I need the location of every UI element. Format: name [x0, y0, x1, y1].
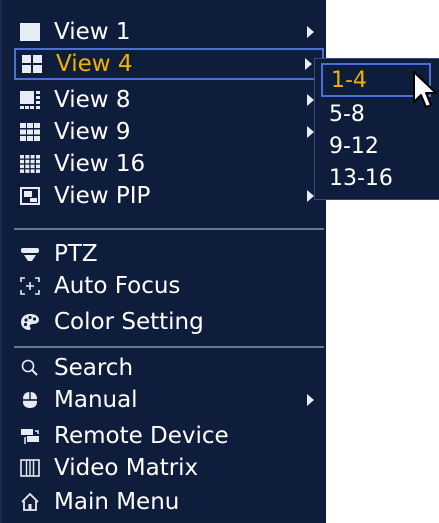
mouse-cursor-icon [413, 71, 437, 108]
menu-item-video-matrix[interactable]: Video Matrix [14, 452, 324, 484]
view-9-icon [18, 120, 42, 144]
menu-item-label: View PIP [54, 182, 151, 209]
menu-item-search[interactable]: Search [14, 352, 324, 384]
submenu-arrow-icon [307, 26, 314, 38]
menu-item-label: PTZ [54, 240, 98, 267]
view-1-icon [18, 20, 42, 44]
menu-item-ptz[interactable]: PTZ [14, 238, 324, 270]
menu-item-label: Remote Device [54, 422, 229, 449]
main-menu-icon [18, 490, 42, 514]
menu-item-remote-device[interactable]: Remote Device [14, 420, 324, 452]
remote-device-icon [18, 424, 42, 448]
view-pip-icon [18, 184, 42, 208]
submenu-item-label: 9-12 [329, 133, 379, 159]
menu-divider [14, 346, 324, 348]
menu-item-label: View 16 [54, 150, 146, 177]
submenu-item-label: 13-16 [329, 165, 393, 191]
view-4-icon [20, 52, 44, 76]
menu-item-manual[interactable]: Manual [14, 384, 324, 416]
view-8-icon [18, 88, 42, 112]
menu-item-label: Search [54, 354, 134, 381]
menu-item-label: Main Menu [54, 488, 180, 515]
menu-item-auto-focus[interactable]: Auto Focus [14, 270, 324, 302]
menu-item-view-4[interactable]: View 4 [14, 48, 324, 80]
menu-item-main-menu[interactable]: Main Menu [14, 486, 324, 518]
auto-focus-icon [18, 274, 42, 298]
submenu-item-13-16[interactable]: 13-16 [321, 161, 431, 195]
color-setting-icon [18, 310, 42, 334]
submenu-item-9-12[interactable]: 9-12 [321, 129, 431, 163]
video-matrix-icon [18, 456, 42, 480]
menu-item-label: Video Matrix [54, 454, 199, 481]
menu-divider [14, 228, 324, 230]
menu-item-label: View 4 [56, 50, 133, 77]
menu-item-label: Auto Focus [54, 272, 181, 299]
menu-item-view-1[interactable]: View 1 [14, 16, 324, 48]
context-menu: View 1 View 4 View 8 View 9 View 16 View… [0, 0, 326, 523]
submenu-item-label: 5-8 [329, 101, 365, 127]
submenu-arrow-icon [307, 94, 314, 106]
view-16-icon [18, 152, 42, 176]
menu-item-label: Manual [54, 386, 138, 413]
submenu-arrow-icon [307, 190, 314, 202]
menu-item-view-9[interactable]: View 9 [14, 116, 324, 148]
menu-item-view-8[interactable]: View 8 [14, 84, 324, 116]
submenu-arrow-icon [307, 126, 314, 138]
menu-item-view-16[interactable]: View 16 [14, 148, 324, 180]
menu-item-label: View 8 [54, 86, 131, 113]
submenu-arrow-icon [307, 394, 314, 406]
submenu-item-label: 1-4 [331, 67, 367, 93]
menu-item-label: Color Setting [54, 308, 204, 335]
manual-icon [18, 388, 42, 412]
menu-item-view-pip[interactable]: View PIP [14, 180, 324, 212]
menu-item-color-setting[interactable]: Color Setting [14, 306, 324, 338]
menu-item-label: View 9 [54, 118, 131, 145]
menu-item-label: View 1 [54, 18, 131, 45]
submenu-arrow-icon [305, 58, 312, 70]
ptz-icon [18, 242, 42, 266]
search-icon [18, 356, 42, 380]
